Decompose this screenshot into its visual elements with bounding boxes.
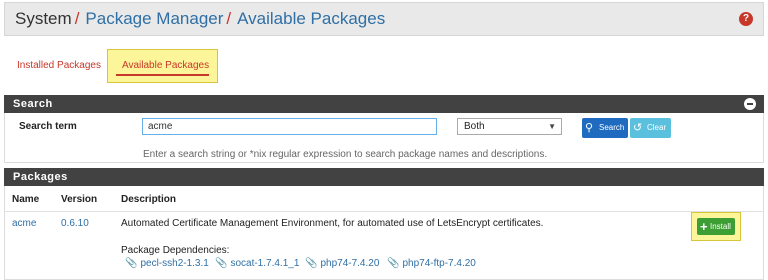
clear-button[interactable]: ↺ Clear	[630, 118, 671, 138]
breadcrumb-package-manager[interactable]: Package Manager	[85, 9, 223, 28]
search-panel-title: Search	[13, 98, 53, 110]
question-circle-icon[interactable]: ?	[739, 12, 753, 26]
minus-circle-icon[interactable]	[744, 98, 756, 110]
tab-installed-packages[interactable]: Installed Packages	[17, 60, 101, 71]
packages-panel-title: Packages	[13, 171, 68, 183]
search-scope-value: Both	[464, 121, 485, 132]
chevron-down-icon: ▼	[548, 122, 556, 131]
active-tab-indicator	[116, 74, 209, 76]
install-highlight: + Install	[691, 212, 741, 241]
paperclip-icon: 📎	[215, 258, 228, 269]
search-hint: Enter a search string or *nix regular ex…	[143, 149, 548, 160]
column-header-version: Version	[61, 194, 98, 205]
search-term-label: Search term	[19, 121, 77, 132]
search-icon: ⚲	[585, 122, 594, 134]
packages-panel-body	[4, 186, 764, 280]
column-header-name: Name	[12, 194, 40, 205]
search-panel-header: Search	[4, 95, 764, 113]
dependency-link[interactable]: 📎 pecl-ssh2-1.3.1	[125, 258, 209, 269]
package-name-link[interactable]: acme	[12, 218, 36, 229]
page-header: System / Package Manager / Available Package…	[4, 2, 764, 36]
search-scope-select[interactable]: Both ▼	[457, 118, 562, 135]
packages-panel-header: Packages	[4, 168, 764, 186]
breadcrumb-system: System	[15, 9, 72, 28]
dependency-label: php74-7.4.20	[320, 258, 380, 269]
package-dependencies-label: Package Dependencies:	[121, 245, 230, 256]
tab-available-packages[interactable]: Available Packages	[107, 49, 218, 83]
paperclip-icon: 📎	[125, 258, 138, 269]
tab-label: Available Packages	[122, 60, 210, 71]
package-version-link[interactable]: 0.6.10	[61, 218, 89, 229]
dependency-label: php74-ftp-7.4.20	[402, 258, 476, 269]
install-button[interactable]: + Install	[697, 218, 735, 235]
undo-icon: ↺	[633, 122, 643, 134]
search-button[interactable]: ⚲ Search	[582, 118, 628, 138]
clear-button-label: Clear	[647, 123, 667, 132]
dependency-label: socat-1.7.4.1_1	[230, 258, 300, 269]
dependency-label: pecl-ssh2-1.3.1	[140, 258, 209, 269]
search-input[interactable]: acme	[142, 118, 437, 135]
plus-icon: +	[700, 219, 708, 234]
table-header-divider	[4, 211, 764, 212]
column-header-description: Description	[121, 194, 177, 205]
breadcrumb-separator: /	[74, 9, 80, 28]
paperclip-icon: 📎	[387, 258, 400, 269]
breadcrumb-separator: /	[226, 9, 232, 28]
install-button-label: Install	[710, 222, 731, 231]
dependency-link[interactable]: 📎 php74-7.4.20	[305, 258, 379, 269]
paperclip-icon: 📎	[305, 258, 318, 269]
breadcrumb: System / Package Manager / Available Package…	[15, 9, 385, 29]
dependency-link[interactable]: 📎 php74-ftp-7.4.20	[387, 258, 476, 269]
package-description: Automated Certificate Management Environ…	[121, 218, 544, 229]
dependency-link[interactable]: 📎 socat-1.7.4.1_1	[215, 258, 299, 269]
search-button-label: Search	[599, 123, 625, 132]
breadcrumb-available-packages[interactable]: Available Packages	[237, 9, 385, 28]
